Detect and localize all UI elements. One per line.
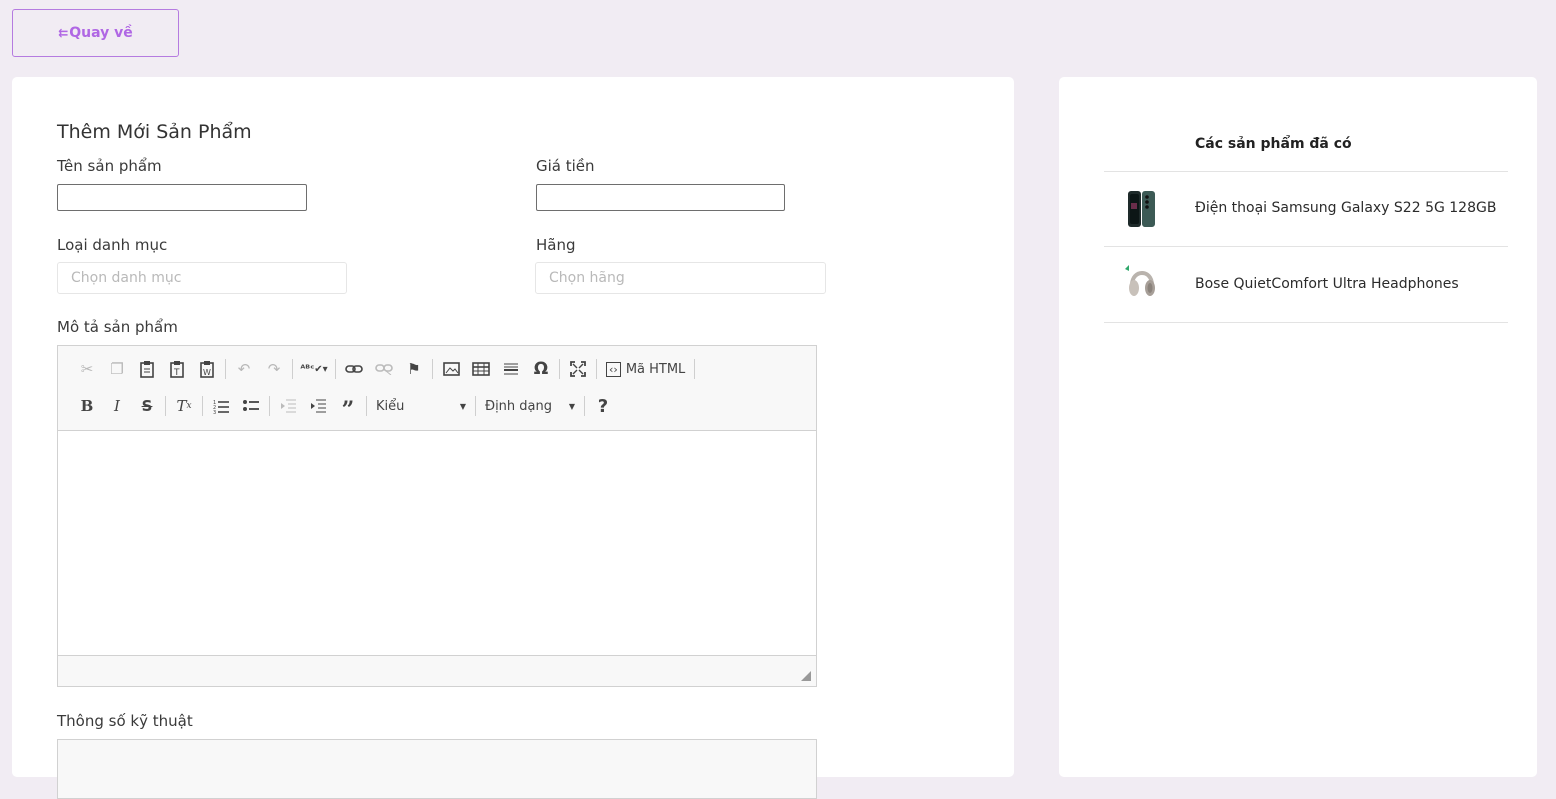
divider: [1104, 322, 1508, 323]
undo-icon[interactable]: ↶: [229, 356, 259, 382]
format-dropdown[interactable]: Định dạng ▼: [479, 393, 581, 419]
remove-format-icon[interactable]: Tx: [169, 393, 199, 419]
form-title: Thêm Mới Sản Phẩm: [57, 121, 252, 143]
description-label: Mô tả sản phẩm: [57, 318, 178, 336]
dropdown-arrow-icon: ▼: [459, 401, 466, 411]
anchor-flag-icon[interactable]: ⚑: [399, 356, 429, 382]
strikethrough-icon[interactable]: S: [132, 393, 162, 419]
category-label: Loại danh mục: [57, 236, 168, 254]
specs-label: Thông số kỹ thuật: [57, 712, 193, 730]
outdent-icon[interactable]: [273, 393, 303, 419]
source-label: Mã HTML: [625, 361, 686, 377]
table-icon[interactable]: [466, 356, 496, 382]
headphones-thumbnail: [1122, 263, 1162, 305]
svg-text:T: T: [173, 368, 180, 378]
bulleted-list-icon[interactable]: [236, 393, 266, 419]
product-name-label: Tên sản phẩm: [57, 157, 162, 175]
specs-editor[interactable]: [57, 739, 817, 799]
source-icon: ‹›: [606, 361, 621, 377]
style-label: Kiểu: [376, 398, 405, 414]
arrow-left-icon: ⇇: [58, 26, 69, 40]
category-select[interactable]: Chọn danh mục: [57, 262, 347, 294]
dropdown-arrow-icon: ▼: [568, 401, 575, 411]
cut-icon[interactable]: ✂: [72, 356, 102, 382]
blockquote-icon[interactable]: ”: [333, 389, 363, 423]
paste-text-icon[interactable]: T: [162, 356, 192, 382]
copy-icon[interactable]: ❐: [102, 356, 132, 382]
back-button[interactable]: ⇇ Quay về: [12, 9, 179, 57]
horizontal-rule-icon[interactable]: [496, 356, 526, 382]
special-char-icon[interactable]: Ω: [526, 356, 556, 382]
source-button[interactable]: ‹› Mã HTML: [600, 361, 691, 377]
italic-icon[interactable]: I: [102, 393, 132, 419]
existing-products-title: Các sản phẩm đã có: [1195, 136, 1352, 152]
phone-thumbnail: [1122, 188, 1162, 230]
add-product-form: Thêm Mới Sản Phẩm Tên sản phẩm Giá tiền …: [12, 77, 1014, 799]
back-button-label: Quay về: [69, 25, 133, 41]
help-icon[interactable]: ?: [588, 393, 618, 419]
product-row[interactable]: Bose QuietComfort Ultra Headphones: [1104, 247, 1508, 322]
unlink-icon[interactable]: [369, 356, 399, 382]
resize-grip-icon[interactable]: [801, 671, 811, 681]
description-editor-area[interactable]: [58, 431, 816, 656]
brand-label: Hãng: [536, 236, 576, 254]
numbered-list-icon[interactable]: 123: [206, 393, 236, 419]
indent-icon[interactable]: [303, 393, 333, 419]
maximize-icon[interactable]: [563, 356, 593, 382]
image-icon[interactable]: [436, 356, 466, 382]
paste-word-icon[interactable]: W: [192, 356, 222, 382]
paste-icon[interactable]: [132, 356, 162, 382]
editor-footer: [58, 655, 816, 686]
style-dropdown[interactable]: Kiểu ▼: [370, 393, 472, 419]
bold-icon[interactable]: B: [72, 393, 102, 419]
product-name: Bose QuietComfort Ultra Headphones: [1195, 276, 1459, 292]
svg-text:W: W: [203, 368, 211, 377]
product-name: Điện thoại Samsung Galaxy S22 5G 128GB: [1195, 200, 1497, 216]
redo-icon[interactable]: ↷: [259, 356, 289, 382]
existing-products-panel: Các sản phẩm đã có Điện thoại Samsung Ga…: [1059, 77, 1537, 777]
spellcheck-icon[interactable]: ᴬᴮᶜ✔▾: [296, 356, 332, 382]
svg-text:3: 3: [213, 410, 216, 414]
editor-toolbar: ✂ ❐ T W ↶ ↷ ᴬᴮᶜ✔▾ ⚑ Ω ‹› Mã HTML B I S T…: [58, 346, 816, 431]
format-label: Định dạng: [485, 398, 553, 414]
link-icon[interactable]: [339, 356, 369, 382]
price-label: Giá tiền: [536, 157, 595, 175]
description-editor: ✂ ❐ T W ↶ ↷ ᴬᴮᶜ✔▾ ⚑ Ω ‹› Mã HTML B I S T…: [57, 345, 817, 687]
price-input[interactable]: [536, 184, 785, 211]
product-name-input[interactable]: [57, 184, 307, 211]
brand-select[interactable]: Chọn hãng: [535, 262, 826, 294]
product-row[interactable]: Điện thoại Samsung Galaxy S22 5G 128GB: [1104, 172, 1508, 247]
